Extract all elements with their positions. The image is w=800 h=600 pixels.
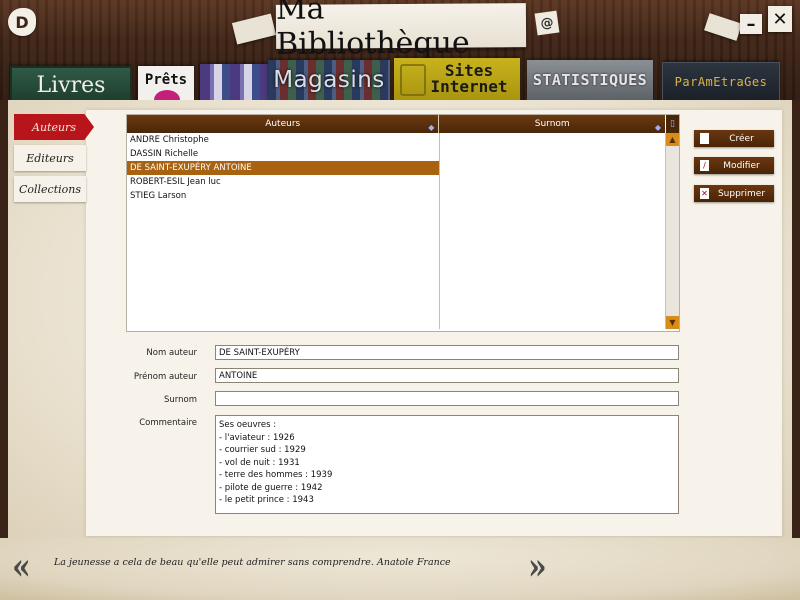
sidebar-item-collections[interactable]: Collections (14, 176, 86, 202)
nom-auteur-label: Nom auteur (146, 348, 197, 358)
sort-icon: ◆ (428, 123, 435, 132)
table-row[interactable]: ROBERT-ESIL Jean luc (127, 175, 665, 189)
edit-document-icon: / (700, 160, 709, 171)
app-title: Ma Bibliothèque (276, 0, 527, 62)
commentaire-line: - le petit prince : 1943 (219, 495, 314, 505)
minimize-button[interactable]: – (740, 14, 762, 35)
footer-bar (0, 538, 800, 600)
commentaire-line: - l'aviateur : 1926 (219, 432, 295, 443)
commentaire-label: Commentaire (139, 418, 197, 428)
column-header-surnom[interactable]: Surnom ◆ (439, 115, 665, 133)
cell-auteur: ROBERT-ESIL Jean luc (130, 177, 221, 187)
paper-scrap-decoration (704, 13, 742, 41)
table-row[interactable]: STIEG Larson (127, 189, 665, 203)
tab-parametrages[interactable]: ParAmEtraGes (662, 62, 780, 102)
new-document-icon (700, 133, 709, 144)
tab-prets[interactable]: Prêts (138, 66, 194, 100)
scroll-down-icon[interactable]: ▼ (666, 316, 679, 329)
close-button[interactable]: ✕ (768, 6, 792, 32)
commentaire-line: - courrier sud : 1929 (219, 445, 306, 455)
table-header: Auteurs ◆ Surnom ◆ (127, 115, 665, 133)
table-row[interactable]: DASSIN Richelle (127, 147, 665, 161)
commentaire-line: - terre des hommes : 1939 (219, 470, 333, 480)
table-body: ANDRE Christophe DASSIN Richelle DE SAIN… (127, 133, 665, 329)
sidebar-item-editeurs[interactable]: Editeurs (14, 145, 86, 171)
previous-arrow-icon[interactable]: « (12, 547, 31, 589)
delete-button-label: Supprimer (717, 188, 766, 199)
tab-livres[interactable]: Livres (10, 66, 132, 104)
prenom-auteur-field[interactable]: ANTOINE (215, 368, 679, 383)
scroll-up-icon[interactable]: ▲ (666, 133, 679, 146)
globe-icon (400, 64, 426, 96)
sidebar-item-auteurs[interactable]: Auteurs (14, 114, 94, 140)
delete-button[interactable]: ✕ Supprimer (694, 185, 774, 202)
tab-statistiques[interactable]: STATISTIQUES (527, 60, 653, 100)
column-label-auteurs: Auteurs (265, 119, 301, 129)
vertical-scrollbar[interactable]: ▲ ▼ (665, 133, 679, 329)
cell-auteur: DASSIN Richelle (130, 149, 199, 159)
paper-scrap-decoration (231, 13, 277, 45)
email-icon[interactable]: @ (534, 10, 560, 36)
cell-auteur: ANDRE Christophe (130, 135, 209, 145)
app-logo-icon[interactable]: D (8, 8, 36, 36)
column-label-surnom: Surnom (534, 119, 570, 129)
column-divider (439, 133, 440, 329)
authors-table: Auteurs ◆ Surnom ◆ ▯ ANDRE Christophe DA… (126, 114, 680, 332)
modify-button-label: Modifier (723, 160, 760, 171)
create-button[interactable]: Créer (694, 130, 774, 147)
tab-magasins[interactable]: Magasins (268, 60, 390, 100)
cell-auteur: STIEG Larson (130, 191, 187, 201)
prenom-auteur-label: Prénom auteur (133, 372, 197, 382)
tab-sites-internet[interactable]: Sites Internet (394, 58, 520, 100)
modify-button[interactable]: / Modifier (694, 157, 774, 174)
nom-auteur-field[interactable]: DE SAINT-EXUPÉRY (215, 345, 679, 360)
books-shelf-icon (200, 64, 268, 100)
sort-icon: ◆ (654, 123, 661, 132)
next-arrow-icon[interactable]: » (528, 547, 547, 589)
commentaire-textarea[interactable]: Ses oeuvres : - l'aviateur : 1926 - cour… (215, 415, 679, 514)
table-row-selected[interactable]: DE SAINT-EXUPÉRY ANTOINE (127, 161, 439, 175)
surnom-field[interactable] (215, 391, 679, 406)
quote-text: La jeunesse a cela de beau qu'elle peut … (54, 557, 451, 568)
column-chooser-icon[interactable]: ▯ (666, 115, 679, 133)
surnom-label: Surnom (164, 395, 197, 405)
table-row[interactable]: ANDRE Christophe (127, 133, 665, 147)
cell-auteur: DE SAINT-EXUPÉRY ANTOINE (130, 163, 252, 173)
commentaire-line: - pilote de guerre : 1942 (219, 482, 323, 493)
create-button-label: Créer (729, 133, 754, 144)
tab-sites-line2: Internet (430, 77, 508, 96)
column-header-auteurs[interactable]: Auteurs ◆ (127, 115, 440, 133)
delete-icon: ✕ (700, 188, 709, 199)
commentaire-line: Ses oeuvres : (219, 420, 277, 430)
commentaire-line: - vol de nuit : 1931 (219, 457, 300, 468)
